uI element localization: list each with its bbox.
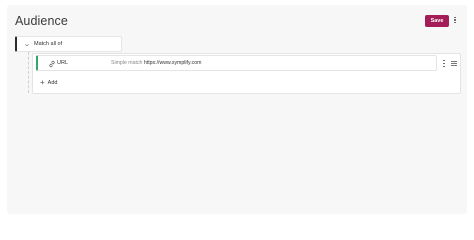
more-vertical-icon[interactable] <box>453 17 457 23</box>
page-title: Audience <box>15 14 68 28</box>
link-icon <box>49 60 55 68</box>
rule-match-value: https://www.symplify.com <box>143 60 202 66</box>
drag-handle-icon[interactable] <box>451 61 457 66</box>
match-group-selector[interactable]: ⌄ Match all of <box>15 36 122 52</box>
rule-description: Simple match https://www.symplify.com <box>111 60 201 66</box>
chevron-down-icon[interactable]: ⌄ <box>23 40 31 48</box>
plus-icon: + <box>40 78 45 87</box>
rule-match-label: Simple match <box>111 60 143 66</box>
save-button[interactable]: Save <box>425 15 449 27</box>
tree-connector <box>28 52 29 93</box>
add-label: Add <box>47 80 58 86</box>
rule-type-label: URL <box>57 60 69 66</box>
match-group-label: Match all of <box>34 41 63 47</box>
url-rule-card[interactable]: URL Simple match https://www.symplify.co… <box>36 55 437 71</box>
rule-more-icon[interactable] <box>442 60 446 67</box>
add-rule-button[interactable]: + Add <box>40 78 57 88</box>
